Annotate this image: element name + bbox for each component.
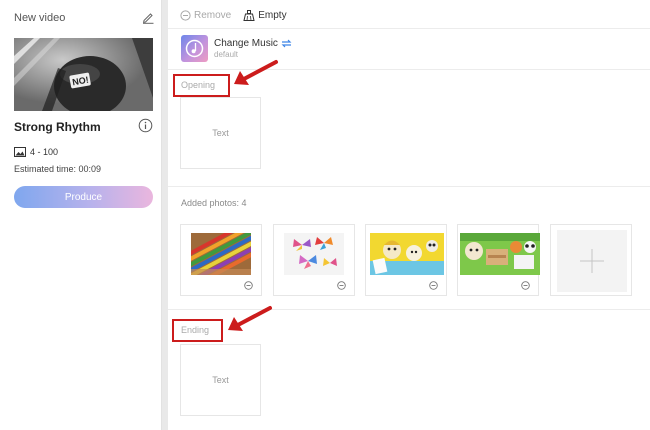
estimated-time: Estimated time: 00:09 (14, 164, 102, 174)
opening-text-card[interactable]: Text (180, 97, 261, 169)
ending-text-card[interactable]: Text (180, 344, 261, 416)
empty-button[interactable]: Empty (243, 9, 287, 21)
plus-icon (580, 249, 604, 273)
remove-photo-icon[interactable] (244, 281, 253, 290)
photo-card[interactable] (457, 224, 540, 296)
photo-paper-figures (370, 233, 444, 275)
toolbar: Remove Empty (180, 8, 299, 22)
music-thumbnail[interactable] (181, 35, 208, 62)
photo-paper-butterflies (284, 233, 344, 275)
red-arrow-icon (228, 306, 272, 331)
divider (168, 186, 650, 187)
photo-range-text: 4 - 100 (30, 146, 59, 157)
photo-range: 4 - 100 (14, 145, 58, 158)
remove-photo-icon[interactable] (337, 281, 346, 290)
remove-button[interactable]: Remove (180, 10, 231, 21)
editor-panel: Remove Empty Change Music default Openin… (168, 0, 650, 430)
left-panel: New video NO! Strong Rhythm 4 - 100 Esti… (0, 0, 162, 430)
produce-button[interactable]: Produce (14, 186, 153, 208)
photo-card[interactable] (180, 224, 262, 296)
image-icon (14, 146, 26, 157)
info-icon[interactable] (138, 118, 153, 133)
red-arrow-icon (234, 60, 278, 85)
remove-photo-icon[interactable] (429, 281, 438, 290)
opening-highlight-box (173, 74, 230, 97)
pencil-icon[interactable] (141, 10, 155, 24)
divider (168, 28, 650, 29)
add-photo-area (557, 230, 627, 292)
photo-card[interactable] (273, 224, 355, 296)
remove-photo-icon[interactable] (521, 281, 530, 290)
template-name: Strong Rhythm (14, 120, 101, 134)
template-thumbnail: NO! (14, 38, 153, 111)
swap-icon (281, 39, 292, 48)
remove-label: Remove (194, 9, 232, 21)
photo-card[interactable] (365, 224, 447, 296)
music-title-text: Change Music (214, 38, 278, 49)
music-note-icon (185, 39, 204, 58)
remove-circle-icon (180, 9, 191, 21)
added-photos-label: Added photos: 4 (181, 198, 247, 208)
photo-colored-pencils (191, 233, 251, 275)
add-photo-button[interactable] (550, 224, 632, 296)
photo-animal-crafts (460, 233, 540, 275)
change-music-link[interactable]: Change Music (214, 38, 292, 49)
empty-label: Empty (258, 9, 287, 21)
broom-icon (243, 9, 255, 21)
ending-highlight-box (172, 319, 223, 342)
panel-title: New video (14, 12, 66, 24)
